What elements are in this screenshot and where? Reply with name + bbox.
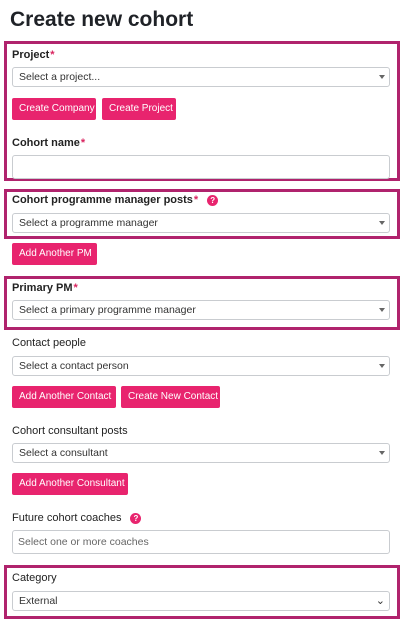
add-another-consultant-button[interactable]: Add Another Consultant	[12, 473, 128, 495]
help-icon[interactable]: ?	[130, 513, 142, 524]
create-company-button[interactable]: Create Company	[12, 98, 96, 120]
help-icon[interactable]: ?	[207, 195, 219, 206]
category-select[interactable]: External ⌄	[12, 591, 390, 611]
project-select[interactable]: Select a project...	[12, 67, 390, 87]
chevron-down-icon: ⌄	[375, 595, 385, 607]
dropdown-caret-icon	[379, 364, 385, 368]
consultant-select-value: Select a consultant	[19, 447, 108, 459]
add-another-pm-button[interactable]: Add Another PM	[12, 243, 97, 265]
primary-pm-select-value: Select a primary programme manager	[19, 304, 196, 316]
contact-people-label: Contact people	[12, 337, 86, 349]
add-another-contact-button[interactable]: Add Another Contact	[12, 386, 116, 408]
required-star: *	[50, 49, 55, 61]
project-label: Project*	[12, 49, 55, 61]
required-star: *	[193, 194, 199, 206]
project-select-value: Select a project...	[19, 71, 101, 83]
dropdown-caret-icon	[379, 75, 385, 79]
required-star: *	[73, 282, 78, 294]
consultant-select[interactable]: Select a consultant	[12, 443, 390, 463]
pm-posts-label: Cohort programme manager posts*?	[12, 194, 219, 206]
future-coaches-label: Future cohort coaches?	[12, 512, 142, 524]
page-title: Create new cohort	[10, 8, 194, 31]
cohort-name-input[interactable]	[12, 155, 390, 179]
dropdown-caret-icon	[379, 308, 385, 312]
create-new-contact-button[interactable]: Create New Contact	[121, 386, 220, 408]
contact-person-select[interactable]: Select a contact person	[12, 356, 390, 376]
cohort-name-label: Cohort name*	[12, 137, 86, 149]
consultant-posts-label: Cohort consultant posts	[12, 425, 128, 437]
category-select-value: External	[19, 595, 58, 607]
create-project-button[interactable]: Create Project	[102, 98, 176, 120]
programme-manager-select-value: Select a programme manager	[19, 217, 158, 229]
contact-person-select-value: Select a contact person	[19, 360, 129, 372]
category-label: Category	[12, 572, 57, 584]
dropdown-caret-icon	[379, 451, 385, 455]
primary-pm-select[interactable]: Select a primary programme manager	[12, 300, 390, 320]
dropdown-caret-icon	[379, 221, 385, 225]
programme-manager-select[interactable]: Select a programme manager	[12, 213, 390, 233]
coaches-multiselect-input[interactable]: Select one or more coaches	[12, 530, 390, 554]
primary-pm-label: Primary PM*	[12, 282, 78, 294]
required-star: *	[80, 137, 86, 149]
